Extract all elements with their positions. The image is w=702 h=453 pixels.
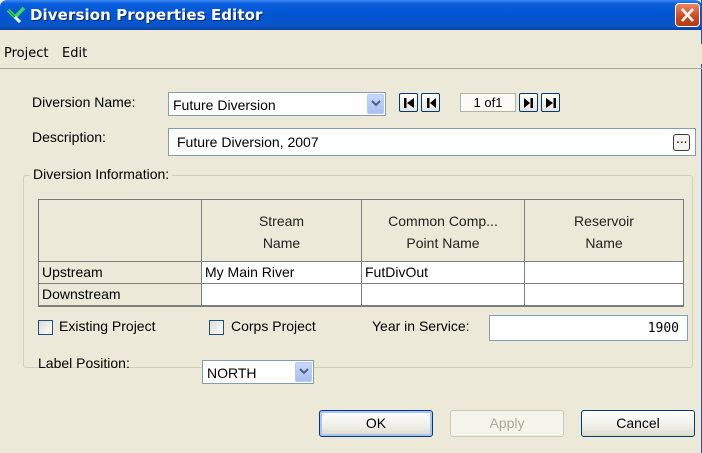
column-header-stream[interactable]: Stream Name — [202, 200, 362, 262]
chevron-down-icon[interactable] — [367, 94, 384, 114]
existing-project-checkbox[interactable] — [38, 320, 53, 335]
next-record-button[interactable] — [519, 93, 538, 112]
menu-project[interactable]: Project — [4, 46, 48, 61]
description-label: Description: — [32, 129, 106, 145]
menu-separator — [0, 68, 702, 69]
title-bar[interactable]: Diversion Properties Editor — [0, 0, 702, 30]
menu-bar: Project Edit — [0, 44, 702, 64]
description-input[interactable]: Future Diversion, 2007 — [168, 128, 696, 156]
year-in-service-value: 1900 — [647, 321, 679, 336]
label-position-value: NORTH — [207, 365, 257, 381]
upstream-reservoir-cell[interactable] — [525, 262, 683, 284]
column-header-text: Stream — [258, 213, 305, 229]
label-position-label: Label Position: — [38, 355, 130, 371]
corps-project-label[interactable]: Corps Project — [231, 318, 316, 334]
ok-button[interactable]: OK — [319, 410, 433, 437]
last-record-icon — [546, 98, 556, 108]
column-header-reservoir[interactable]: Reservoir Name — [525, 200, 683, 262]
corps-project-checkbox[interactable] — [209, 320, 224, 335]
table-row: Upstream My Main River FutDivOut — [39, 262, 683, 284]
close-icon — [681, 8, 694, 22]
ellipsis-icon: ... — [676, 132, 688, 146]
chevron-down-icon[interactable] — [295, 362, 312, 382]
diversion-name-value: Future Diversion — [173, 97, 276, 113]
previous-record-icon — [427, 98, 436, 108]
apply-button[interactable]: Apply — [450, 410, 564, 437]
table-row: Downstream — [39, 284, 683, 306]
year-in-service-input[interactable]: 1900 — [489, 315, 688, 341]
diversion-information-table: Stream Name Common Comp... Point Name Re… — [38, 199, 684, 307]
window-title: Diversion Properties Editor — [30, 6, 263, 24]
table-header-row: Stream Name Common Comp... Point Name Re… — [39, 200, 683, 262]
column-header-text: Common Comp... — [388, 213, 498, 229]
record-count: 1 of1 — [460, 93, 516, 112]
year-in-service-label: Year in Service: — [372, 318, 470, 334]
upstream-point-cell[interactable]: FutDivOut — [362, 262, 525, 284]
menu-edit[interactable]: Edit — [62, 46, 87, 61]
column-header-text: Name — [262, 235, 301, 251]
previous-record-button[interactable] — [421, 93, 440, 112]
label-position-combo[interactable]: NORTH — [202, 360, 314, 384]
column-header-corner — [39, 200, 202, 262]
diversion-information-label: Diversion Information: — [30, 166, 173, 182]
last-record-button[interactable] — [541, 93, 560, 112]
column-header-common-point[interactable]: Common Comp... Point Name — [362, 200, 525, 262]
column-header-text: Reservoir — [574, 213, 634, 229]
row-header-upstream: Upstream — [39, 262, 202, 284]
description-value: Future Diversion, 2007 — [177, 134, 319, 150]
downstream-reservoir-cell[interactable] — [525, 284, 683, 306]
next-record-icon — [524, 98, 533, 108]
column-header-text: Name — [585, 235, 623, 251]
app-icon — [6, 5, 26, 25]
row-header-downstream: Downstream — [39, 284, 202, 306]
diversion-name-combo[interactable]: Future Diversion — [168, 92, 386, 116]
diversion-name-label: Diversion Name: — [32, 94, 136, 110]
first-record-icon — [404, 98, 414, 108]
downstream-stream-cell[interactable] — [202, 284, 362, 306]
column-header-text: Point Name — [406, 235, 480, 251]
existing-project-label[interactable]: Existing Project — [59, 318, 155, 334]
diversion-properties-window: Diversion Properties Editor Project Edit… — [0, 0, 702, 453]
close-button[interactable] — [675, 3, 700, 27]
cancel-button[interactable]: Cancel — [581, 410, 695, 437]
first-record-button[interactable] — [399, 93, 418, 112]
upstream-stream-cell[interactable]: My Main River — [202, 262, 362, 284]
downstream-point-cell[interactable] — [362, 284, 525, 306]
description-browse-button[interactable]: ... — [673, 132, 690, 151]
